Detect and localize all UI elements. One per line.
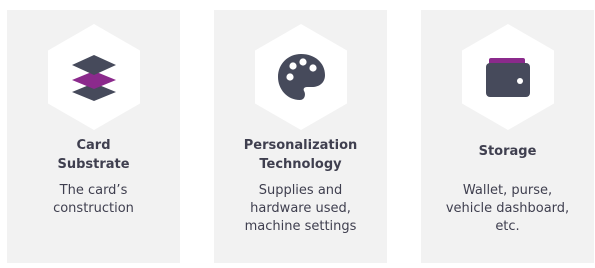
personalization-technology-panel: Personalization Technology Supplies and …	[214, 10, 387, 263]
card-description-line: Supplies and	[258, 183, 343, 198]
card-description-line: Wallet, purse,	[462, 183, 553, 198]
card-title: Card Substrate	[13, 136, 174, 174]
card-description-line: The card’s	[59, 183, 128, 198]
wallet-icon	[485, 58, 530, 97]
card-description-line: machine settings	[244, 219, 357, 234]
card-title: Storage	[427, 142, 588, 161]
palette-icon	[277, 54, 325, 100]
card-title-line: Card	[76, 138, 111, 153]
hexagon-badge	[47, 24, 140, 130]
card-description-line: hardware used,	[250, 201, 351, 216]
card-title-line: Substrate	[57, 157, 130, 172]
card-description: Supplies and hardware used, machine sett…	[218, 182, 383, 236]
layers-icon	[71, 55, 116, 101]
card-title-line: Technology	[259, 157, 342, 172]
card-description-line: vehicle dashboard,	[445, 201, 570, 216]
card-description: Wallet, purse, vehicle dashboard, etc.	[425, 182, 590, 236]
hexagon-badge	[461, 24, 554, 130]
hexagon-badge	[254, 24, 347, 130]
card-description: The card’s construction	[11, 182, 176, 218]
storage-panel: Storage Wallet, purse, vehicle dashboard…	[421, 10, 594, 263]
card-title: Personalization Technology	[220, 136, 381, 174]
card-title-line: Storage	[478, 144, 537, 159]
card-substrate-panel: Card Substrate The card’s construction	[7, 10, 180, 263]
card-description-line: construction	[53, 201, 134, 216]
card-description-line: etc.	[495, 219, 520, 234]
card-title-line: Personalization	[243, 138, 358, 153]
